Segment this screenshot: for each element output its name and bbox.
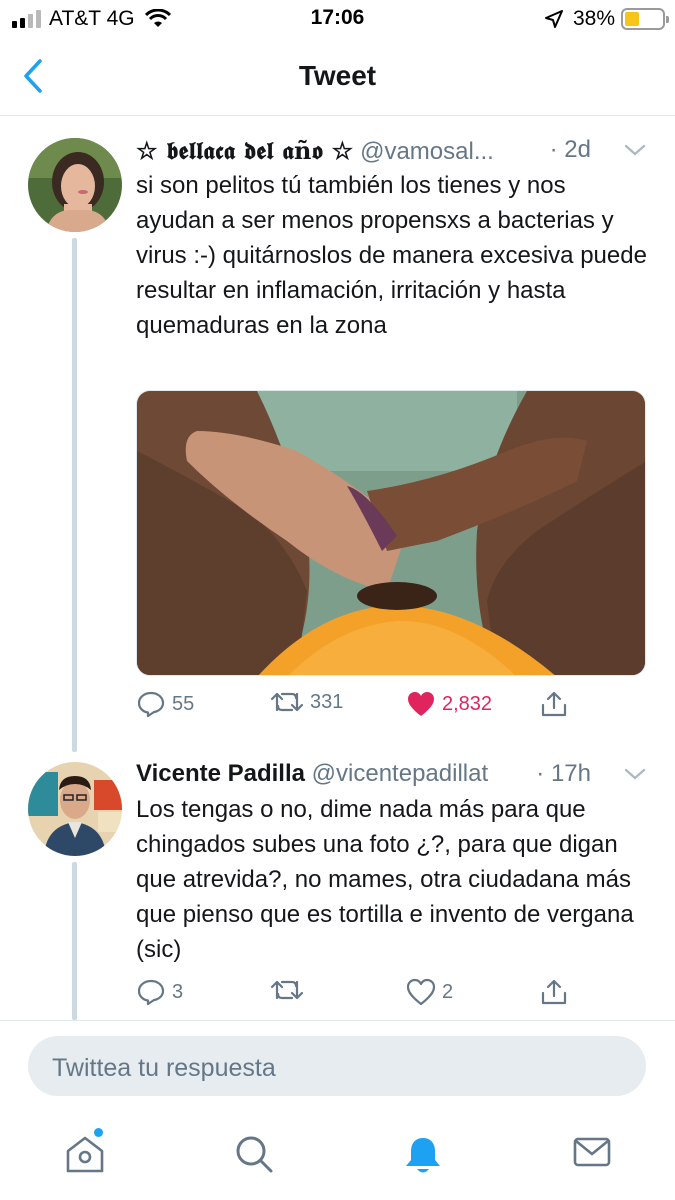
- reply-icon: [137, 979, 165, 1006]
- new-content-dot: [94, 1128, 103, 1137]
- tab-messages[interactable]: [572, 1134, 612, 1175]
- display-name[interactable]: Vicente Padilla: [136, 760, 305, 787]
- status-right: 38%: [544, 7, 669, 31]
- tweet-actions: 3 2: [136, 978, 646, 1010]
- heart-filled-icon: [408, 692, 434, 716]
- retweet-button[interactable]: 331: [270, 690, 343, 714]
- tweet-text: si son pelitos tú también los tienes y n…: [136, 172, 647, 339]
- like-count: 2,832: [442, 692, 493, 715]
- tweet-header: ☆ 𝖇𝖊𝖑𝖑𝖆𝖈𝖆 𝖉𝖊𝖑 𝖆ñ𝖔 ☆ @vamosal... · 2d: [136, 136, 647, 166]
- retweet-icon: [270, 692, 304, 712]
- display-name[interactable]: ☆ 𝖇𝖊𝖑𝖑𝖆𝖈𝖆 𝖉𝖊𝖑 𝖆ñ𝖔 ☆: [136, 136, 353, 165]
- avatar[interactable]: [28, 762, 122, 856]
- page-title: Tweet: [298, 60, 377, 91]
- tweet-timestamp: · 17h: [530, 760, 591, 788]
- tweet-media-image[interactable]: [136, 390, 646, 676]
- retweet-count: 331: [310, 690, 344, 713]
- tweet-timestamp: · 2d: [543, 136, 591, 164]
- thread-line: [72, 862, 77, 1020]
- chevron-down-icon[interactable]: [623, 138, 647, 162]
- reply-button[interactable]: 55: [136, 690, 194, 718]
- share-icon: [541, 979, 567, 1005]
- tweet-original[interactable]: ☆ 𝖇𝖊𝖑𝖑𝖆𝖈𝖆 𝖉𝖊𝖑 𝖆ñ𝖔 ☆ @vamosal... · 2d si …: [0, 116, 675, 756]
- tweet-actions: 55 331 2,832: [136, 690, 646, 722]
- thread-line: [72, 238, 77, 752]
- tweet-text: Los tengas o no, dime nada más para que …: [136, 796, 634, 963]
- tweet-reply[interactable]: Vicente Padilla @vicentepadillat · 17h L…: [0, 756, 675, 1020]
- like-count: 2: [442, 980, 454, 1003]
- divider: [0, 1020, 675, 1021]
- reply-input[interactable]: Twittea tu respuesta: [28, 1036, 646, 1096]
- retweet-icon: [270, 980, 304, 1000]
- tab-notifications[interactable]: [402, 1134, 444, 1181]
- tweet-header: Vicente Padilla @vicentepadillat · 17h: [136, 760, 647, 790]
- share-button[interactable]: [540, 690, 574, 718]
- battery-percent: 38%: [572, 7, 615, 30]
- status-bar: AT&T 4G 17:06 38%: [0, 0, 675, 40]
- tab-bar: [0, 1110, 675, 1200]
- chevron-down-icon[interactable]: [623, 762, 647, 786]
- reply-count: 55: [172, 692, 195, 715]
- tab-home[interactable]: [64, 1128, 106, 1179]
- tab-search[interactable]: [234, 1134, 274, 1179]
- user-handle[interactable]: @vicentepadillat: [312, 760, 488, 787]
- photo: [137, 391, 645, 675]
- search-icon: [236, 1136, 273, 1173]
- reply-placeholder: Twittea tu respuesta: [52, 1054, 276, 1082]
- retweet-button[interactable]: [270, 978, 310, 1002]
- user-handle[interactable]: @vamosal...: [360, 138, 494, 165]
- reply-button[interactable]: 3: [136, 978, 183, 1006]
- like-button[interactable]: 2,832: [406, 690, 492, 718]
- messages-icon: [573, 1137, 611, 1167]
- reply-icon: [137, 691, 165, 718]
- location-arrow-icon: [544, 10, 563, 28]
- reply-count: 3: [172, 980, 184, 1003]
- like-button[interactable]: 2: [406, 978, 453, 1006]
- share-icon: [541, 691, 567, 717]
- battery-icon: [621, 8, 669, 30]
- heart-outline-icon: [406, 978, 436, 1006]
- nav-header: Tweet: [0, 40, 675, 116]
- notifications-icon: [406, 1138, 440, 1173]
- home-icon: [66, 1136, 104, 1173]
- battery-level: [625, 12, 639, 26]
- share-button[interactable]: [540, 978, 574, 1006]
- avatar[interactable]: [28, 138, 122, 232]
